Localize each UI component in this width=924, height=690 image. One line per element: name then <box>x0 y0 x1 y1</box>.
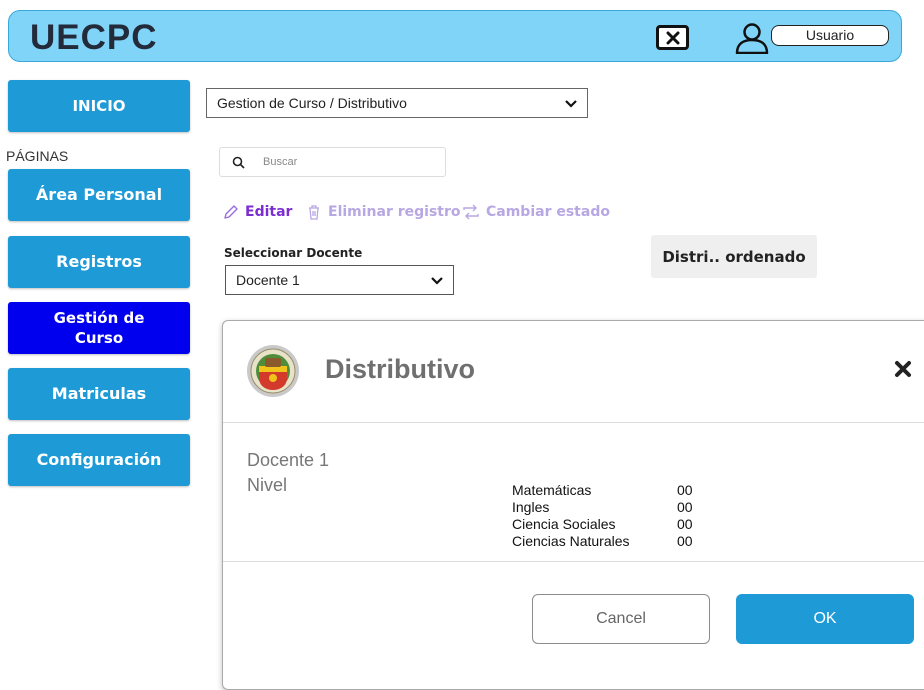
sidebar-item-matriculas[interactable]: Matriculas <box>8 368 190 420</box>
docente-select-value: Docente 1 <box>236 272 300 288</box>
subject-name: Matemáticas <box>512 482 592 498</box>
toggle-status-button[interactable]: Cambiar estado <box>462 204 610 220</box>
subject-value: 00 <box>677 499 693 515</box>
ok-button[interactable]: OK <box>736 594 914 644</box>
chevron-down-icon <box>431 277 443 285</box>
delete-label: Eliminar registro <box>328 204 461 220</box>
trash-icon <box>309 205 319 220</box>
user-menu-button[interactable]: Usuario <box>771 25 889 46</box>
modal-nivel-label: Nivel <box>247 475 288 495</box>
search-input[interactable]: Buscar <box>219 147 446 177</box>
subject-value: 00 <box>677 516 693 532</box>
subject-name: Ciencias Naturales <box>512 533 630 549</box>
docente-select[interactable]: Docente 1 <box>225 265 454 295</box>
close-icon[interactable] <box>894 360 912 378</box>
sidebar-item-configuracion[interactable]: Configuración <box>8 434 190 486</box>
breadcrumb-select[interactable]: Gestion de Curso / Distributivo <box>206 88 588 118</box>
distributivo-ordenado-button[interactable]: Distri.. ordenado <box>651 235 817 278</box>
sidebar-item-inicio[interactable]: INICIO <box>8 80 190 132</box>
school-logo <box>247 345 299 397</box>
modal-footer-divider <box>223 561 924 562</box>
modal-header-divider <box>223 422 924 423</box>
toggle-status-label: Cambiar estado <box>486 204 610 220</box>
repeat-icon <box>463 204 479 220</box>
sidebar-item-gestion-curso[interactable]: Gestión de Curso <box>8 302 190 354</box>
close-icon <box>666 31 679 44</box>
modal-docente-name: Docente 1 <box>247 450 330 470</box>
subject-value: 00 <box>677 482 693 498</box>
edit-label: Editar <box>245 204 293 220</box>
close-app-button[interactable] <box>656 25 689 50</box>
modal-title: Distributivo <box>325 354 476 384</box>
app-title: UECPC <box>30 18 158 57</box>
sidebar-item-registros[interactable]: Registros <box>8 236 190 288</box>
breadcrumb-value: Gestion de Curso / Distributivo <box>217 95 407 111</box>
pencil-icon <box>224 205 238 219</box>
search-icon <box>232 156 245 169</box>
cancel-button[interactable]: Cancel <box>532 594 710 644</box>
subject-value: 00 <box>677 533 693 549</box>
chevron-down-icon <box>565 100 577 108</box>
subject-name: Ingles <box>512 499 550 515</box>
sidebar-item-area-personal[interactable]: Área Personal <box>8 169 190 221</box>
subject-name: Ciencia Sociales <box>512 516 616 532</box>
sidebar-section-label: PÁGINAS <box>6 148 69 164</box>
delete-button[interactable]: Eliminar registro <box>306 204 461 220</box>
docente-select-label: Seleccionar Docente <box>224 246 363 260</box>
search-placeholder: Buscar <box>263 156 298 168</box>
edit-button[interactable]: Editar <box>223 204 292 220</box>
user-icon[interactable] <box>733 22 771 54</box>
